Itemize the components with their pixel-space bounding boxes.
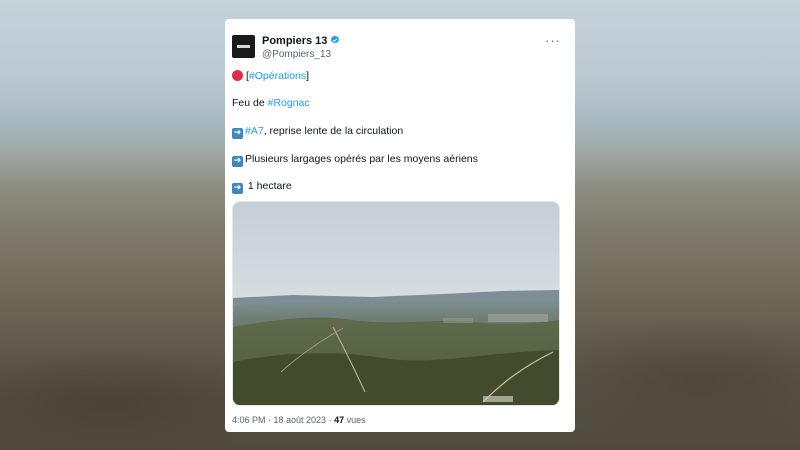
avatar[interactable] bbox=[232, 35, 255, 58]
tweet-meta: 4:06 PM · 18 août 2023 · 47 vues bbox=[232, 415, 366, 425]
author-name[interactable]: Pompiers 13 bbox=[262, 35, 340, 47]
tweet-line-a7: ➔ #A7, reprise lente de la circulation bbox=[232, 125, 403, 139]
verified-badge-icon bbox=[331, 35, 340, 44]
author-handle[interactable]: @Pompiers_13 bbox=[262, 49, 331, 60]
red-circle-icon bbox=[232, 70, 243, 81]
views-label: vues bbox=[344, 415, 366, 425]
tweet-line-largages: ➔ Plusieurs largages opérés par les moyen… bbox=[232, 153, 478, 167]
tweet-line-operations: [#Opérations] bbox=[232, 70, 309, 82]
bracket-close: ] bbox=[306, 70, 310, 82]
hashtag-rognac[interactable]: #Rognac bbox=[268, 97, 310, 109]
tweet-card: Pompiers 13 @Pompiers_13 ··· [#Opération… bbox=[225, 19, 575, 432]
right-arrow-icon: ➔ bbox=[232, 156, 243, 167]
tweet-photo[interactable] bbox=[232, 201, 560, 406]
view-count: 47 bbox=[334, 415, 345, 425]
tweet-line-hectare: ➔ 1 hectare bbox=[232, 180, 292, 194]
a7-text: , reprise lente de la circulation bbox=[263, 125, 404, 137]
timestamp[interactable]: 4:06 PM · 18 août 2023 · bbox=[232, 415, 334, 425]
author-name-text[interactable]: Pompiers 13 bbox=[262, 35, 327, 47]
right-arrow-icon: ➔ bbox=[232, 183, 243, 194]
hashtag-a7[interactable]: #A7 bbox=[245, 125, 264, 137]
hashtag-operations[interactable]: #Opérations bbox=[249, 70, 306, 82]
more-options-button[interactable]: ··· bbox=[545, 33, 561, 48]
hectare-text: 1 hectare bbox=[245, 180, 292, 192]
right-arrow-icon: ➔ bbox=[232, 128, 243, 139]
feu-de-text: Feu de bbox=[232, 97, 268, 109]
landscape-photo bbox=[233, 202, 559, 405]
largages-text: Plusieurs largages opérés par les moyens… bbox=[245, 153, 478, 165]
tweet-line-feu: Feu de #Rognac bbox=[232, 97, 310, 109]
